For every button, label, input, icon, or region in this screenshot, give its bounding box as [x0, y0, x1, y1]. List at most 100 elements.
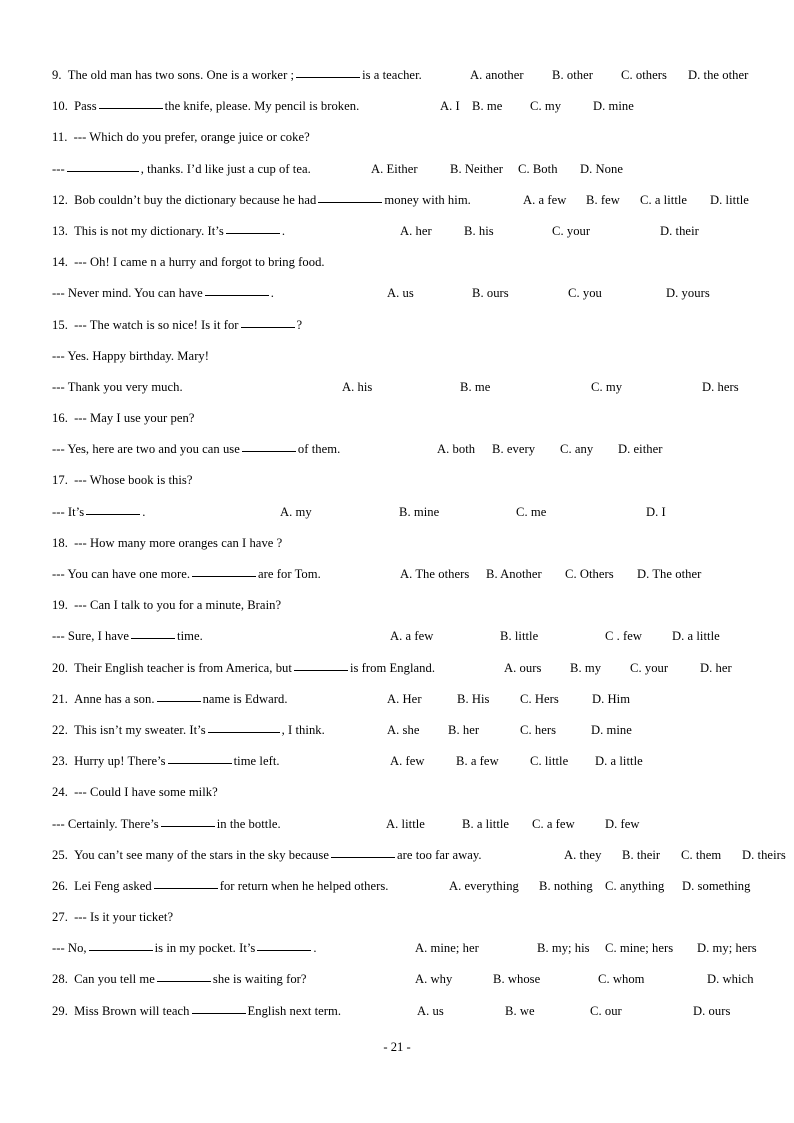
- answer-blank[interactable]: [131, 627, 176, 640]
- option-c[interactable]: C. whom: [598, 964, 645, 995]
- option-a[interactable]: A. both: [437, 434, 475, 465]
- option-c[interactable]: C. Both: [518, 154, 558, 185]
- option-c[interactable]: C. little: [530, 746, 568, 777]
- option-a[interactable]: A. her: [400, 216, 432, 247]
- answer-blank[interactable]: [86, 503, 141, 515]
- option-d[interactable]: D. theirs: [742, 840, 786, 871]
- option-c[interactable]: C. me: [516, 497, 546, 528]
- option-a[interactable]: A. Her: [387, 684, 422, 715]
- option-a[interactable]: A. few: [390, 746, 425, 777]
- option-b[interactable]: B. Neither: [450, 154, 503, 185]
- option-d[interactable]: D. their: [660, 216, 699, 247]
- option-d[interactable]: D. something: [682, 871, 750, 902]
- option-d[interactable]: D. my; hers: [697, 933, 757, 964]
- option-c[interactable]: C . few: [605, 621, 642, 652]
- option-d[interactable]: D. a little: [672, 621, 720, 652]
- answer-blank[interactable]: [207, 721, 280, 733]
- option-d[interactable]: D. hers: [702, 372, 739, 403]
- option-c[interactable]: C. a few: [532, 809, 575, 840]
- answer-blank[interactable]: [330, 846, 395, 858]
- answer-blank[interactable]: [66, 160, 139, 172]
- option-c[interactable]: C. my: [591, 372, 622, 403]
- answer-blank[interactable]: [153, 877, 218, 889]
- answer-blank-2[interactable]: [257, 939, 312, 952]
- option-c[interactable]: C. Hers: [520, 684, 559, 715]
- option-c[interactable]: C. mine; hers: [605, 933, 673, 964]
- option-a[interactable]: A. why: [415, 964, 452, 995]
- option-b[interactable]: B. a little: [462, 809, 509, 840]
- option-d[interactable]: D. either: [618, 434, 663, 465]
- option-a[interactable]: A. his: [342, 372, 372, 403]
- option-a[interactable]: A. Either: [371, 154, 418, 185]
- option-d[interactable]: D. The other: [637, 559, 701, 590]
- option-b[interactable]: B. Another: [486, 559, 542, 590]
- option-b[interactable]: B. we: [505, 996, 535, 1027]
- option-c[interactable]: C. your: [630, 653, 668, 684]
- answer-blank[interactable]: [156, 690, 201, 702]
- option-c[interactable]: C. them: [681, 840, 721, 871]
- answer-blank[interactable]: [156, 970, 211, 983]
- option-a[interactable]: A. my: [280, 497, 312, 528]
- option-c[interactable]: C. others: [621, 60, 667, 91]
- option-a[interactable]: A. I: [440, 91, 460, 122]
- answer-blank[interactable]: [160, 815, 215, 827]
- answer-blank[interactable]: [240, 316, 295, 328]
- option-d[interactable]: D. few: [605, 809, 640, 840]
- answer-blank[interactable]: [167, 752, 232, 765]
- option-a[interactable]: A. mine; her: [415, 933, 479, 964]
- option-d[interactable]: D. the other: [688, 60, 748, 91]
- option-b[interactable]: B. ours: [472, 278, 509, 309]
- option-b[interactable]: B. mine: [399, 497, 439, 528]
- option-a[interactable]: A. everything: [449, 871, 519, 902]
- answer-blank[interactable]: [296, 66, 361, 78]
- option-a[interactable]: A. ours: [504, 653, 541, 684]
- option-b[interactable]: B. my: [570, 653, 601, 684]
- option-d[interactable]: D. her: [700, 653, 732, 684]
- option-d[interactable]: D. mine: [591, 715, 632, 746]
- option-b[interactable]: B. their: [622, 840, 660, 871]
- option-a[interactable]: A. us: [387, 278, 414, 309]
- option-b[interactable]: B. her: [448, 715, 479, 746]
- option-d[interactable]: D. ours: [693, 996, 730, 1027]
- option-a[interactable]: A. she: [387, 715, 419, 746]
- option-c[interactable]: C. your: [552, 216, 590, 247]
- answer-blank[interactable]: [88, 939, 153, 952]
- option-b[interactable]: B. every: [492, 434, 535, 465]
- option-d[interactable]: D. I: [646, 497, 666, 528]
- option-c[interactable]: C. you: [568, 278, 602, 309]
- option-b[interactable]: B. whose: [493, 964, 540, 995]
- option-d[interactable]: D. little: [710, 185, 749, 216]
- answer-blank[interactable]: [225, 222, 280, 234]
- answer-blank[interactable]: [192, 565, 257, 577]
- option-b[interactable]: B. His: [457, 684, 490, 715]
- answer-blank[interactable]: [98, 97, 163, 110]
- option-b[interactable]: B. a few: [456, 746, 499, 777]
- option-c[interactable]: C. hers: [520, 715, 556, 746]
- option-b[interactable]: B. nothing: [539, 871, 593, 902]
- option-d[interactable]: D. mine: [593, 91, 634, 122]
- option-a[interactable]: A. a few: [390, 621, 433, 652]
- option-d[interactable]: D. which: [707, 964, 754, 995]
- option-c[interactable]: C. anything: [605, 871, 664, 902]
- option-c[interactable]: C. any: [560, 434, 593, 465]
- option-b[interactable]: B. his: [464, 216, 494, 247]
- option-a[interactable]: A. they: [564, 840, 601, 871]
- option-c[interactable]: C. a little: [640, 185, 687, 216]
- option-b[interactable]: B. other: [552, 60, 593, 91]
- option-b[interactable]: B. me: [460, 372, 490, 403]
- option-a[interactable]: A. The others: [400, 559, 469, 590]
- option-d[interactable]: D. a little: [595, 746, 643, 777]
- answer-blank[interactable]: [318, 191, 383, 203]
- answer-blank[interactable]: [204, 284, 269, 297]
- option-b[interactable]: B. me: [472, 91, 502, 122]
- option-d[interactable]: D. None: [580, 154, 623, 185]
- option-c[interactable]: C. our: [590, 996, 622, 1027]
- option-b[interactable]: B. my; his: [537, 933, 590, 964]
- option-a[interactable]: A. a few: [523, 185, 566, 216]
- answer-blank[interactable]: [293, 659, 348, 671]
- option-a[interactable]: A. little: [386, 809, 425, 840]
- option-b[interactable]: B. few: [586, 185, 620, 216]
- option-c[interactable]: C. my: [530, 91, 561, 122]
- option-d[interactable]: D. yours: [666, 278, 710, 309]
- answer-blank[interactable]: [241, 440, 296, 453]
